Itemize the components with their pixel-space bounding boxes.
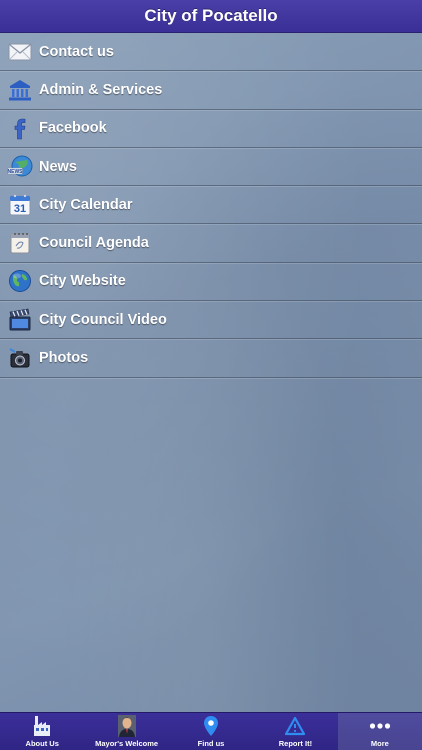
mayor-portrait-icon <box>117 714 136 738</box>
agenda-icon <box>7 230 33 256</box>
svg-text:NEWS: NEWS <box>8 169 24 175</box>
tab-find-us[interactable]: Find us <box>169 713 253 750</box>
menu-item-label: Council Agenda <box>39 235 149 252</box>
tab-report-it[interactable]: Report It! <box>253 713 337 750</box>
camera-icon <box>7 345 33 371</box>
warning-triangle-icon <box>285 714 306 738</box>
tab-mayors-welcome[interactable]: Mayor's Welcome <box>84 713 168 750</box>
map-pin-icon <box>203 714 219 738</box>
page-title: City of Pocatello <box>144 6 278 25</box>
menu-item-photos[interactable]: Photos <box>0 339 422 378</box>
news-globe-icon: NEWS <box>7 154 33 180</box>
menu-item-news[interactable]: NEWS News <box>0 148 422 187</box>
menu-item-label: City Website <box>39 273 126 290</box>
menu-item-label: Admin & Services <box>39 81 163 98</box>
menu-item-council-agenda[interactable]: Council Agenda <box>0 224 422 263</box>
facebook-icon <box>7 115 33 141</box>
menu-item-label: News <box>39 158 77 175</box>
calendar-icon: 31 <box>7 192 33 218</box>
menu-item-admin-services[interactable]: Admin & Services <box>0 71 422 110</box>
globe-icon <box>7 268 33 294</box>
mail-icon <box>7 39 33 65</box>
menu-item-label: Facebook <box>39 120 107 137</box>
video-clapperboard-icon <box>7 307 33 333</box>
menu-item-facebook[interactable]: Facebook <box>0 110 422 148</box>
menu-item-city-calendar[interactable]: 31 City Calendar <box>0 186 422 225</box>
menu-item-city-website[interactable]: City Website <box>0 263 422 302</box>
menu-list: Contact us Admin & Services Facebook NEW… <box>0 33 422 378</box>
tab-label: About Us <box>25 739 59 748</box>
tab-label: Mayor's Welcome <box>95 739 159 748</box>
factory-icon <box>32 714 52 738</box>
calendar-day-label: 31 <box>14 203 26 215</box>
header-bar: City of Pocatello <box>0 0 422 33</box>
more-dots-icon <box>369 714 391 738</box>
menu-item-label: City Calendar <box>39 196 133 213</box>
menu-item-contact-us[interactable]: Contact us <box>0 33 422 72</box>
tab-about-us[interactable]: About Us <box>0 713 84 750</box>
government-building-icon <box>7 77 33 103</box>
menu-item-label: Photos <box>39 350 89 367</box>
menu-item-label: Contact us <box>39 43 114 60</box>
tab-label: Report It! <box>278 739 313 748</box>
menu-item-city-council-video[interactable]: City Council Video <box>0 301 422 340</box>
tab-more[interactable]: More <box>337 713 422 750</box>
tab-bar: About Us Mayor's Welcome Find us Report … <box>0 712 422 750</box>
tab-label: Find us <box>197 739 225 748</box>
menu-item-label: City Council Video <box>39 311 167 328</box>
tab-label: More <box>370 739 389 748</box>
